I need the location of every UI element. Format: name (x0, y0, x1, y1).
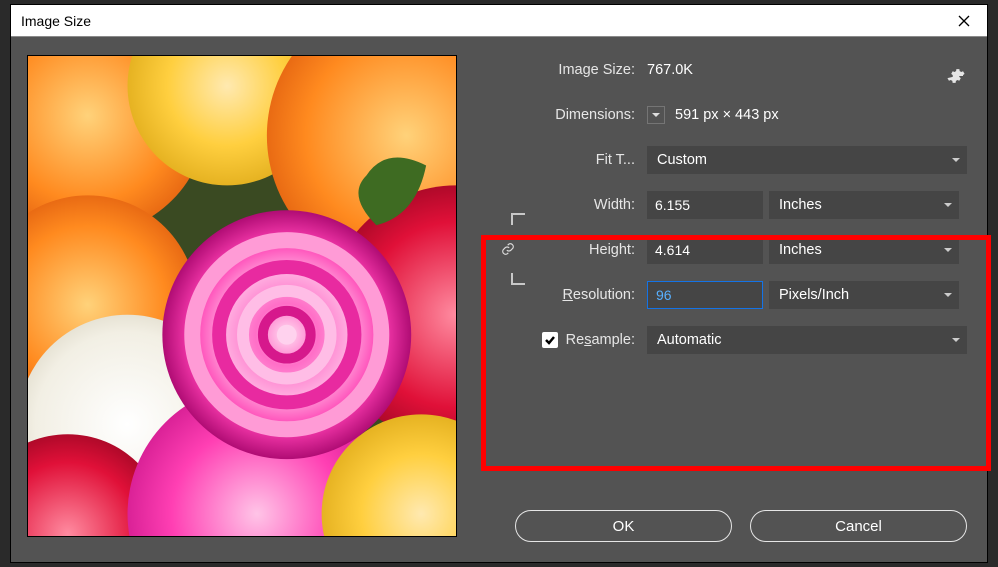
width-label: Width: (479, 197, 647, 213)
resample-label: Resample: (566, 332, 635, 348)
chevron-down-icon (943, 287, 953, 303)
gear-icon (947, 67, 965, 85)
chevron-down-icon (943, 197, 953, 213)
chevron-down-icon (951, 332, 961, 348)
dimensions-label: Dimensions: (479, 107, 647, 123)
titlebar: Image Size (11, 5, 987, 37)
resample-checkbox[interactable] (542, 332, 558, 348)
width-unit-select[interactable]: Inches (769, 191, 959, 219)
close-icon (958, 15, 970, 27)
close-button[interactable] (941, 5, 987, 37)
height-input[interactable] (647, 236, 763, 264)
fit-to-label: Fit T... (479, 152, 647, 168)
link-icon (499, 240, 517, 258)
settings-gear-button[interactable] (947, 67, 965, 89)
ok-button[interactable]: OK (515, 510, 732, 542)
resolution-label: Resolution: (479, 287, 647, 303)
resolution-unit-select[interactable]: Pixels/Inch (769, 281, 959, 309)
height-unit-value: Inches (779, 242, 822, 258)
resolution-unit-value: Pixels/Inch (779, 287, 849, 303)
chevron-down-icon (651, 111, 661, 119)
fit-to-select[interactable]: Custom (647, 146, 967, 174)
image-preview[interactable] (27, 55, 457, 537)
image-size-dialog: Image Size (10, 4, 988, 563)
width-unit-value: Inches (779, 197, 822, 213)
width-input[interactable] (647, 191, 763, 219)
window-title: Image Size (21, 13, 941, 29)
fit-to-value: Custom (657, 152, 707, 168)
chevron-down-icon (951, 152, 961, 168)
resample-value: Automatic (657, 332, 721, 348)
image-size-value: 767.0K (647, 62, 693, 78)
resample-select[interactable]: Automatic (647, 326, 967, 354)
constrain-proportions-link[interactable] (511, 213, 525, 285)
height-unit-select[interactable]: Inches (769, 236, 959, 264)
preview-image (28, 56, 456, 536)
dimensions-value: 591 px × 443 px (675, 107, 779, 123)
resolution-input[interactable] (647, 281, 763, 309)
chevron-down-icon (943, 242, 953, 258)
dimensions-unit-toggle[interactable] (647, 106, 665, 124)
checkmark-icon (544, 334, 556, 346)
cancel-button[interactable]: Cancel (750, 510, 967, 542)
image-size-label: Image Size: (479, 62, 647, 78)
